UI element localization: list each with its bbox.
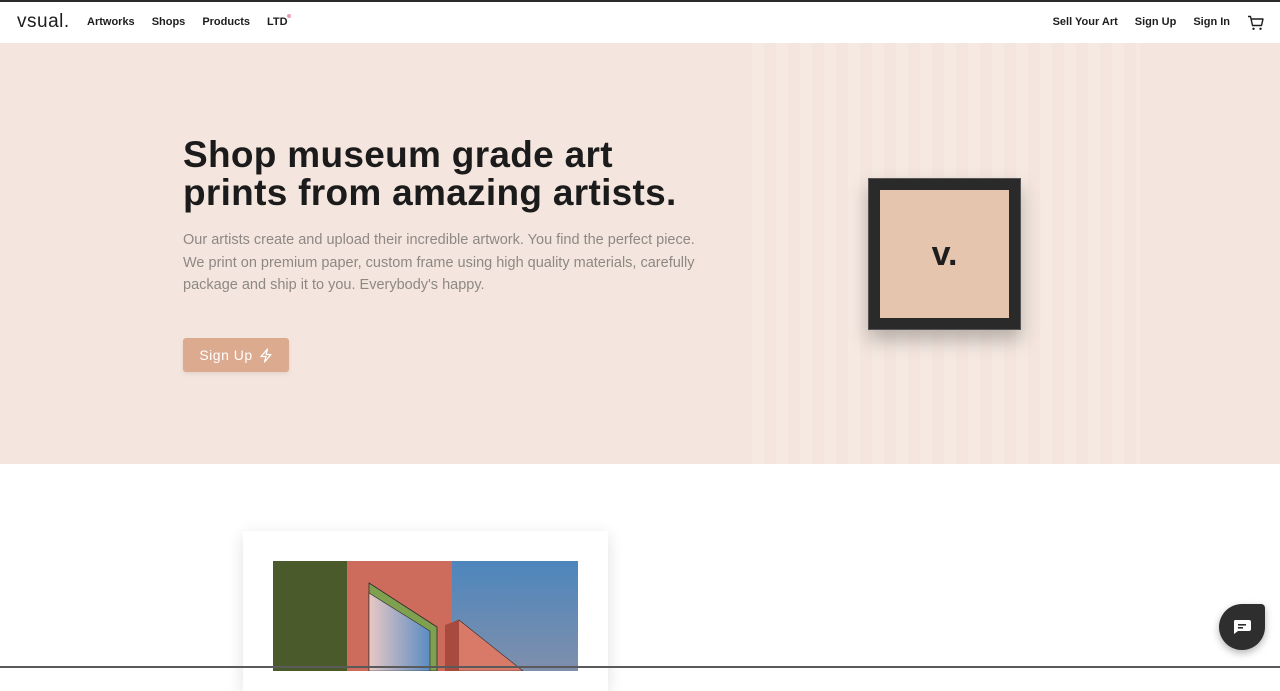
nav-link-sign-up[interactable]: Sign Up: [1135, 16, 1177, 28]
hero-sign-up-label: Sign Up: [199, 347, 253, 363]
hero-section: Shop museum grade art prints from amazin…: [0, 43, 1280, 464]
nav-link-artworks[interactable]: Artworks: [87, 16, 135, 28]
nav-link-products[interactable]: Products: [202, 16, 250, 28]
lightning-icon: [260, 347, 272, 363]
hero-sign-up-button[interactable]: Sign Up: [183, 338, 289, 372]
hero-headline-line-2: prints from amazing artists.: [183, 172, 677, 213]
nav-link-ltd-label: LTD: [267, 16, 288, 28]
new-badge-dot: [286, 14, 291, 18]
top-navbar: vsual. Artworks Shops Products LTD Sell …: [0, 2, 1280, 43]
nav-right-links: Sell Your Art Sign Up Sign In: [1053, 16, 1230, 28]
nav-link-sign-in[interactable]: Sign In: [1193, 16, 1230, 28]
frame-logo-text: v.: [931, 234, 958, 273]
artwork-image[interactable]: [273, 561, 578, 671]
framed-logo-artwork: v.: [868, 178, 1021, 330]
nav-link-shops[interactable]: Shops: [152, 16, 186, 28]
nav-link-sell-your-art[interactable]: Sell Your Art: [1053, 16, 1118, 28]
hero-headline: Shop museum grade art prints from amazin…: [183, 136, 743, 212]
hero-headline-line-1: Shop museum grade art: [183, 134, 613, 175]
cart-icon[interactable]: [1247, 15, 1265, 31]
frame-mat: v.: [880, 190, 1009, 318]
hero-description: Our artists create and upload their incr…: [183, 232, 695, 293]
nav-left-links: Artworks Shops Products LTD: [87, 14, 291, 28]
chat-widget-button[interactable]: [1219, 604, 1265, 650]
nav-link-ltd[interactable]: LTD: [267, 14, 291, 28]
logo[interactable]: vsual.: [17, 11, 70, 33]
chat-icon: [1234, 620, 1251, 634]
